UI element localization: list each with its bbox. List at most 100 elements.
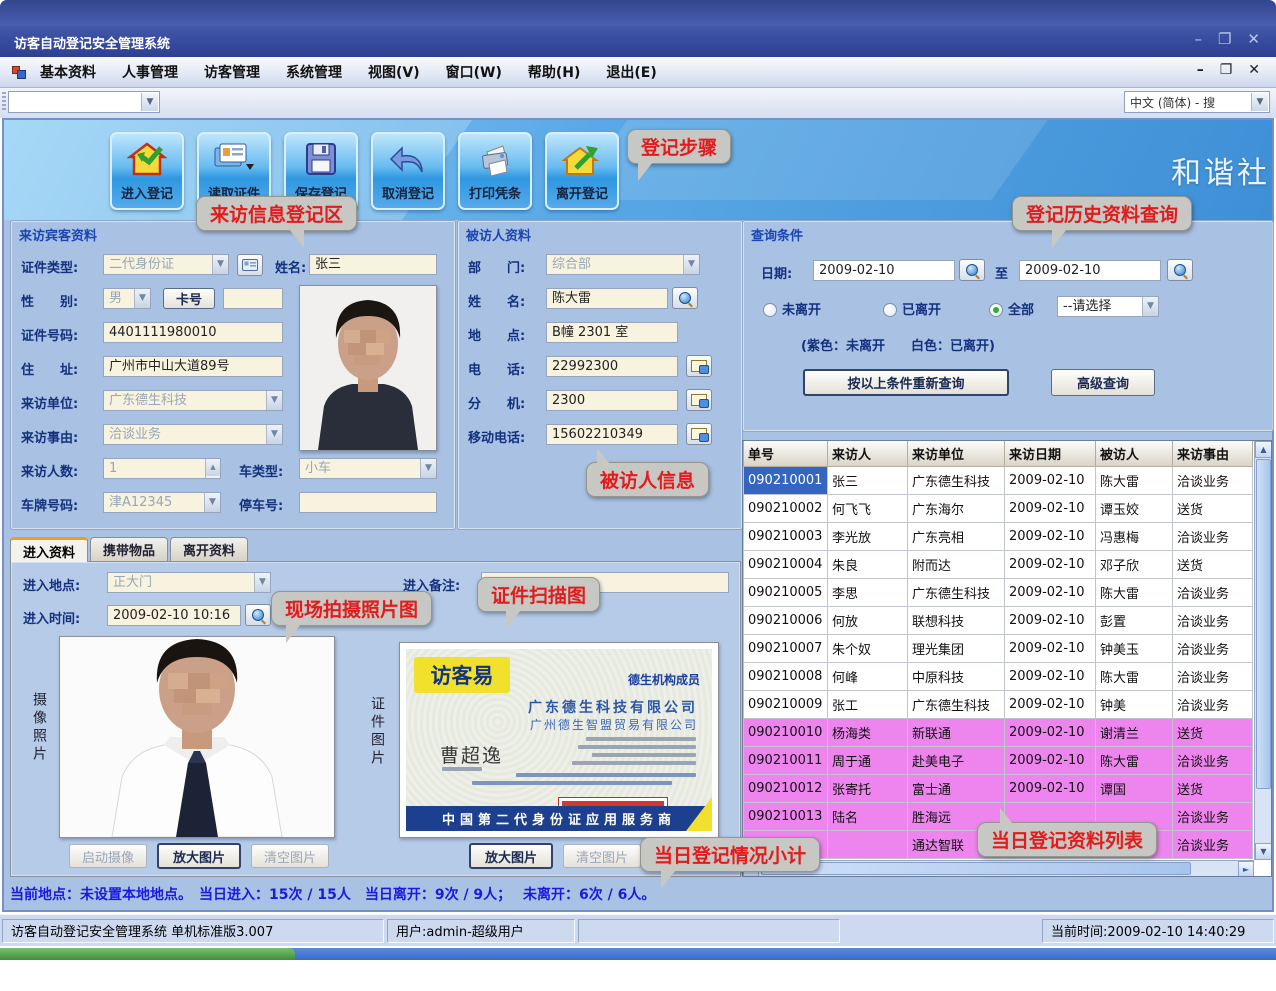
menu-item[interactable]: 帮助(H)	[528, 62, 581, 82]
dial-extension-icon[interactable]	[686, 389, 712, 411]
date-to-picker-icon[interactable]	[1167, 259, 1193, 281]
col-header[interactable]: 来访日期	[1005, 441, 1096, 466]
windows-taskbar-edge[interactable]	[0, 948, 1276, 960]
visitor-name-field[interactable]: 张三	[309, 254, 437, 275]
col-header[interactable]: 被访人	[1096, 441, 1173, 466]
gender-dropdown[interactable]: 男▼	[103, 288, 151, 309]
visited-name-field[interactable]: 陈大雷	[546, 288, 668, 309]
table-row[interactable]: 090210005李思广东德生科技2009-02-10陈大雷洽谈业务	[744, 578, 1253, 606]
chevron-down-icon[interactable]: ▼	[141, 93, 158, 111]
chevron-down-icon[interactable]: ▼	[1251, 93, 1268, 111]
dial-phone-icon[interactable]	[686, 355, 712, 377]
card-number-field[interactable]	[223, 288, 283, 309]
toolbar-grip[interactable]	[2, 92, 6, 112]
hscroll-thumb[interactable]	[761, 862, 1191, 875]
table-row[interactable]: 090210003李光放广东亮相2009-02-10冯惠梅洽谈业务	[744, 522, 1253, 550]
address-field[interactable]: 广州市中山大道89号	[103, 356, 283, 377]
cert-number-field[interactable]: 4401111980010	[103, 322, 283, 343]
parking-number-field[interactable]	[299, 492, 437, 513]
scroll-thumb[interactable]	[1256, 459, 1271, 789]
vehicle-type-dropdown[interactable]: 小车▼	[299, 458, 437, 479]
menu-item[interactable]: 基本资料	[40, 62, 96, 82]
start-camera-button[interactable]: 启动摄像	[69, 844, 147, 868]
tab-leave-info[interactable]: 离开资料	[170, 537, 248, 561]
col-header[interactable]: 来访事由	[1173, 441, 1253, 466]
date-from-picker-icon[interactable]	[959, 259, 985, 281]
search-person-icon[interactable]	[672, 287, 698, 309]
enlarge-photo-button[interactable]: 放大图片	[157, 843, 241, 869]
enter-register-button[interactable]: 进入登记	[110, 132, 184, 210]
mdi-restore-icon[interactable]: ❐	[1220, 62, 1233, 78]
mdi-close-icon[interactable]: ✕	[1248, 62, 1260, 78]
date-from-field[interactable]: 2009-02-10	[813, 260, 955, 281]
mobile-field[interactable]: 15602210349	[546, 424, 678, 445]
menu-item[interactable]: 系统管理	[286, 62, 342, 82]
table-row[interactable]: 090210007朱个奴理光集团2009-02-10钟美玉洽谈业务	[744, 634, 1253, 662]
visit-company-dropdown[interactable]: 广东德生科技▼	[103, 390, 283, 411]
table-row[interactable]: 090210006何放联想科技2009-02-10彭置洽谈业务	[744, 606, 1253, 634]
plate-number-dropdown[interactable]: 津A12345▼	[103, 492, 221, 513]
radio-all[interactable]: 全部	[989, 299, 1034, 318]
tab-entry-info[interactable]: 进入资料	[10, 537, 88, 562]
requery-button[interactable]: 按以上条件重新查询	[803, 369, 1009, 396]
extension-field[interactable]: 2300	[546, 390, 678, 411]
col-header[interactable]: 来访人	[828, 441, 908, 466]
department-dropdown[interactable]: 综合部▼	[546, 254, 700, 275]
tab-carried-items[interactable]: 携带物品	[90, 537, 168, 561]
clear-photo-button[interactable]: 清空图片	[251, 844, 329, 868]
minimize-icon[interactable]: –	[1194, 30, 1204, 48]
mdi-minimize-icon[interactable]: –	[1197, 62, 1204, 78]
phone-field[interactable]: 22992300	[546, 356, 678, 377]
close-icon[interactable]: ✕	[1247, 30, 1262, 48]
col-header[interactable]: 单号	[744, 441, 828, 466]
table-row[interactable]: 090210009张工广东德生科技2009-02-10钟美洽谈业务	[744, 690, 1253, 718]
quick-search-combobox[interactable]: ▼	[8, 91, 160, 113]
visit-reason-dropdown[interactable]: 洽谈业务▼	[103, 424, 283, 445]
status-select[interactable]: --请选择▼	[1057, 296, 1159, 317]
table-row[interactable]: 090210004朱良附而达2009-02-10邓子欣送货	[744, 550, 1253, 578]
spin-up-icon[interactable]: ▲	[206, 459, 220, 476]
people-count-stepper[interactable]: 1 ▲▼	[103, 458, 221, 479]
radio-left[interactable]: 已离开	[883, 299, 941, 318]
entry-time-field[interactable]: 2009-02-10 10:16	[107, 605, 241, 626]
radio-selected-icon[interactable]	[989, 303, 1003, 317]
table-row[interactable]: 090210012张寄托富士通2009-02-10谭国送货	[744, 774, 1253, 802]
menu-item[interactable]: 退出(E)	[606, 62, 656, 82]
dial-mobile-icon[interactable]	[686, 423, 712, 445]
table-row[interactable]: 090210001张三广东德生科技2009-02-10陈大雷洽谈业务	[744, 466, 1253, 494]
scroll-up-icon[interactable]: ▲	[1255, 441, 1272, 458]
time-picker-icon[interactable]	[245, 604, 271, 626]
enlarge-scan-button[interactable]: 放大图片	[469, 843, 553, 869]
advanced-query-button[interactable]: 高级查询	[1051, 369, 1155, 396]
clear-scan-button[interactable]: 清空图片	[563, 844, 641, 868]
table-row[interactable]: 090210010杨海类新联通2009-02-10谢清兰送货	[744, 718, 1253, 746]
col-header[interactable]: 来访单位	[908, 441, 1005, 466]
table-row[interactable]: 090210011周于通赴美电子2009-02-10陈大雷洽谈业务	[744, 746, 1253, 774]
menu-item[interactable]: 人事管理	[122, 62, 178, 82]
restore-icon[interactable]: ❐	[1218, 30, 1233, 48]
table-row[interactable]: 090210002何飞飞广东海尔2009-02-10谭玉姣送货	[744, 494, 1253, 522]
start-button-edge[interactable]	[0, 948, 295, 960]
scroll-right-icon[interactable]: ►	[1238, 861, 1254, 877]
leave-register-button[interactable]: 离开登记	[545, 132, 619, 210]
radio-icon[interactable]	[883, 303, 897, 317]
menu-item[interactable]: 视图(V)	[368, 62, 420, 82]
cert-type-dropdown[interactable]: 二代身份证▼	[103, 254, 229, 275]
entry-place-dropdown[interactable]: 正大门▼	[107, 572, 271, 593]
card-number-button[interactable]: 卡号	[163, 288, 215, 309]
table-row[interactable]: 090210008何峰中原科技2009-02-10陈大雷洽谈业务	[744, 662, 1253, 690]
language-bar[interactable]: 中文 (简体) - 搜 ▼	[1124, 91, 1270, 113]
cancel-register-button[interactable]: 取消登记	[371, 132, 445, 210]
date-to-field[interactable]: 2009-02-10	[1019, 260, 1161, 281]
scroll-down-icon[interactable]: ▼	[1255, 843, 1272, 860]
print-ticket-button[interactable]: 打印凭条	[458, 132, 532, 210]
radio-not-left[interactable]: 未离开	[763, 299, 821, 318]
vertical-scrollbar[interactable]: ▲ ▼	[1254, 441, 1271, 860]
spin-down-icon[interactable]: ▼	[206, 476, 220, 479]
visited-place-field[interactable]: B幢 2301 室	[546, 322, 678, 343]
callout-visit-info-area: 来访信息登记区	[196, 196, 357, 231]
menu-item[interactable]: 窗口(W)	[446, 62, 502, 82]
radio-icon[interactable]	[763, 303, 777, 317]
menu-item[interactable]: 访客管理	[204, 62, 260, 82]
card-reader-icon[interactable]	[237, 254, 263, 276]
